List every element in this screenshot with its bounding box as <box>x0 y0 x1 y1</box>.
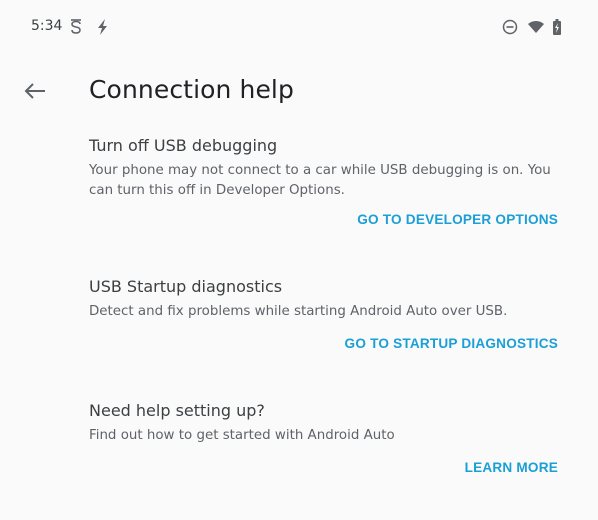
do-not-disturb-icon <box>502 18 518 36</box>
status-time: 5:34 <box>31 18 63 34</box>
action-row: LEARN MORE <box>78 459 558 477</box>
section-title: Need help setting up? <box>89 401 265 420</box>
go-to-developer-options-button[interactable]: GO TO DEVELOPER OPTIONS <box>357 212 558 227</box>
help-section-usb-debugging: Turn off USB debugging Your phone may no… <box>89 136 567 201</box>
help-section-startup-diagnostics: USB Startup diagnostics Detect and fix p… <box>89 277 567 322</box>
arrow-back-icon <box>24 83 45 99</box>
section-title: USB Startup diagnostics <box>89 277 283 296</box>
help-section-setup: Need help setting up? Find out how to ge… <box>89 401 567 446</box>
sync-s-icon <box>68 18 84 36</box>
learn-more-button[interactable]: LEARN MORE <box>465 460 558 475</box>
section-description: Detect and fix problems while starting A… <box>89 304 508 319</box>
flash-icon <box>94 18 110 36</box>
section-description: Your phone may not connect to a car whil… <box>89 163 551 198</box>
status-bar: 5:34 <box>0 0 598 56</box>
action-row: GO TO STARTUP DIAGNOSTICS <box>78 335 558 353</box>
battery-charging-icon <box>552 18 562 36</box>
back-button[interactable] <box>20 76 50 106</box>
action-row: GO TO DEVELOPER OPTIONS <box>78 211 558 229</box>
page-title: Connection help <box>89 75 294 104</box>
toolbar: Connection help <box>0 70 598 110</box>
section-description: Find out how to get started with Android… <box>89 428 395 443</box>
go-to-startup-diagnostics-button[interactable]: GO TO STARTUP DIAGNOSTICS <box>345 336 558 351</box>
section-title: Turn off USB debugging <box>89 136 278 155</box>
wifi-icon <box>527 18 545 36</box>
